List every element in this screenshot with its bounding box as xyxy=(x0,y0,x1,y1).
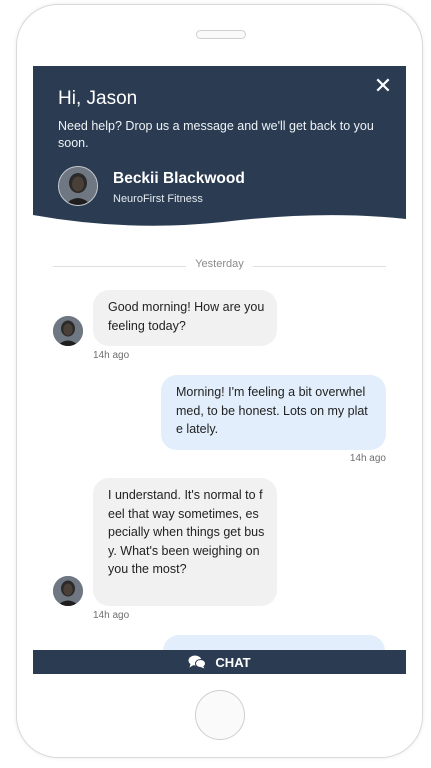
agent-message-avatar xyxy=(53,576,83,606)
divider-line-right xyxy=(253,266,386,267)
agent-avatar xyxy=(58,166,98,206)
agent-company: NeuroFirst Fitness xyxy=(113,193,203,205)
message-bubble-incoming: I understand. It's normal to feel that w… xyxy=(93,478,277,606)
day-divider-label: Yesterday xyxy=(195,258,244,270)
message-time: 14h ago xyxy=(349,453,386,464)
home-button[interactable] xyxy=(195,690,245,740)
agent-message-avatar xyxy=(53,316,83,346)
chat-header: Hi, Jason ✕ Need help? Drop us a message… xyxy=(33,66,406,236)
chat-button[interactable]: CHAT xyxy=(33,650,406,674)
help-text: Need help? Drop us a message and we'll g… xyxy=(58,119,374,150)
message-time: 14h ago xyxy=(93,350,130,361)
close-icon[interactable]: ✕ xyxy=(372,75,394,97)
message-bubble-outgoing: Morning! I'm feeling a bit overwhelmed, … xyxy=(161,375,386,450)
phone-speaker xyxy=(196,30,246,39)
message-time: 14h ago xyxy=(93,610,130,621)
header-wave xyxy=(33,215,406,236)
chat-widget: Hi, Jason ✕ Need help? Drop us a message… xyxy=(33,66,406,674)
chat-button-label: CHAT xyxy=(215,654,251,670)
agent-name: Beckii Blackwood xyxy=(113,170,245,187)
greeting-title: Hi, Jason xyxy=(58,88,138,109)
message-bubble-incoming: Good morning! How are you feeling today? xyxy=(93,290,277,346)
message-list[interactable]: Yesterday Good morning! How are you feel… xyxy=(33,236,406,674)
chat-bubbles-icon xyxy=(188,655,207,669)
